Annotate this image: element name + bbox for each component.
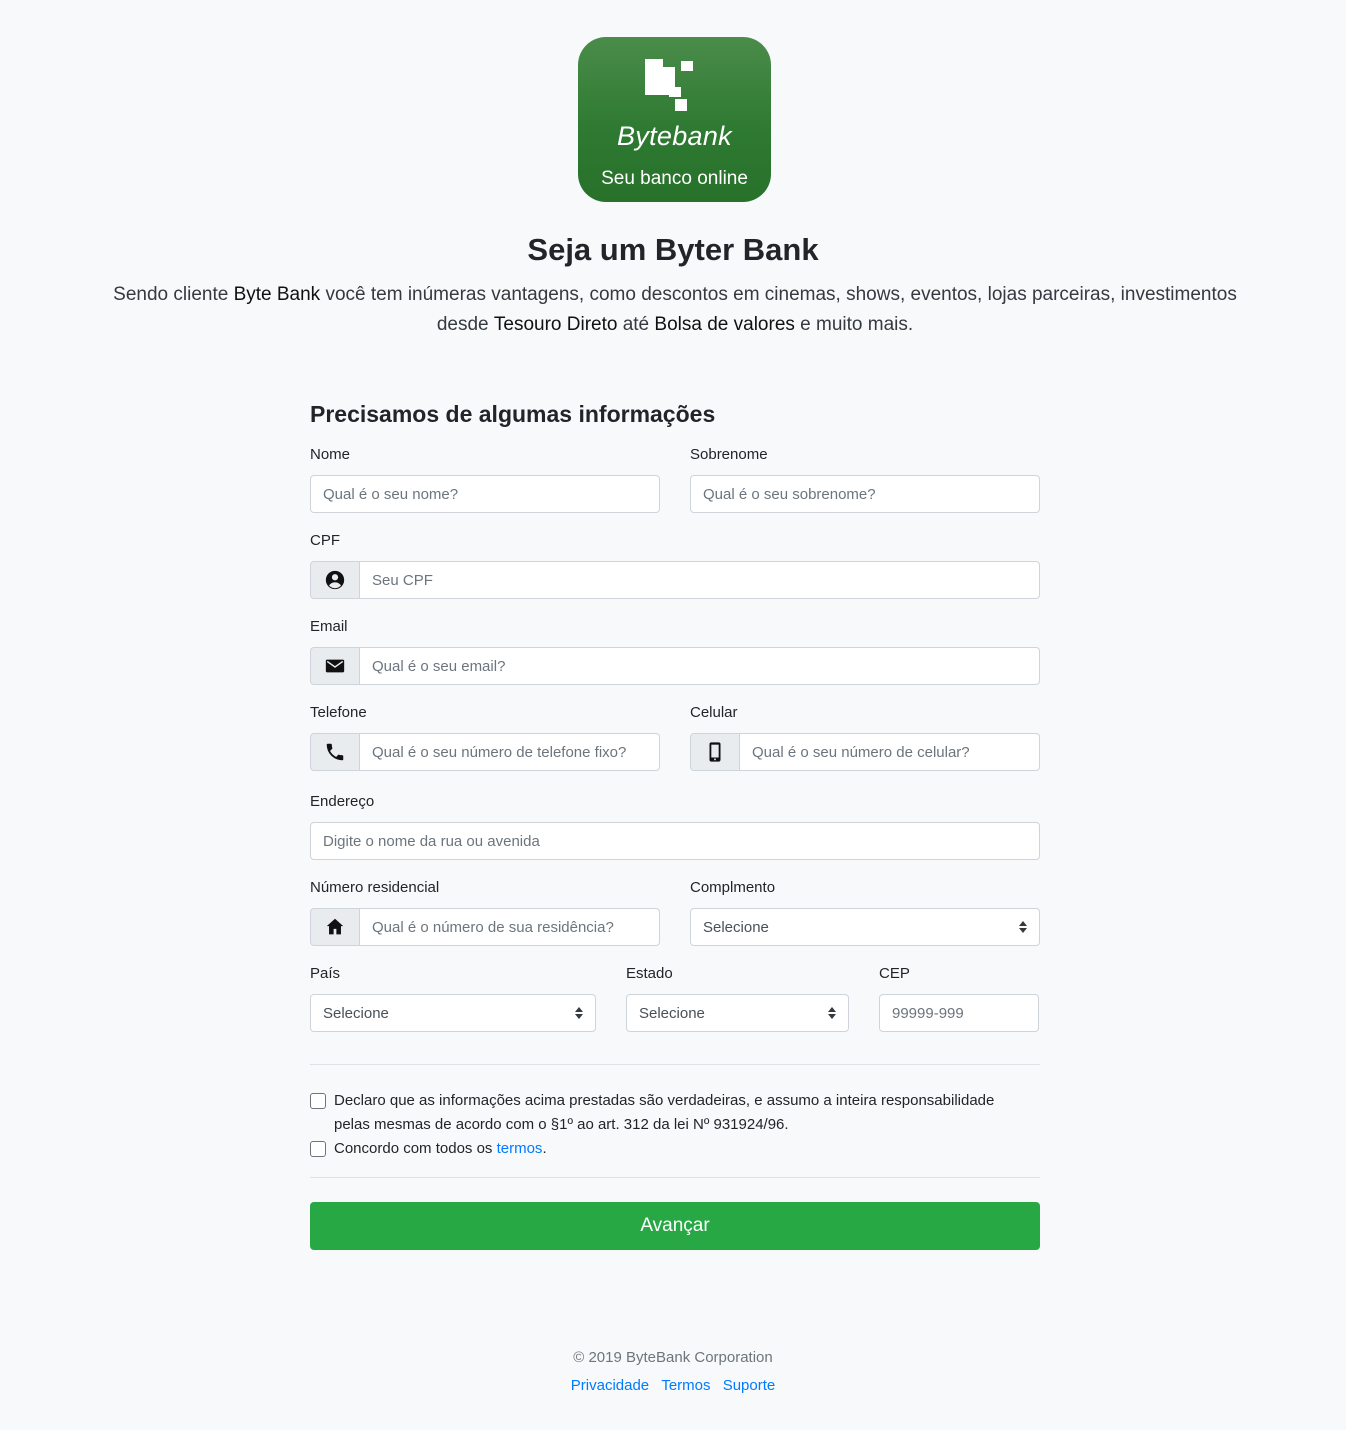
logo-tagline: Seu banco online	[601, 168, 748, 189]
nome-input[interactable]: Qual é o seu nome?	[310, 475, 660, 513]
select-caret-icon	[575, 1007, 583, 1019]
home-icon	[310, 908, 360, 946]
sobrenome-input[interactable]: Qual é o seu sobrenome?	[690, 475, 1040, 513]
email-input[interactable]: Qual é o seu email?	[360, 647, 1040, 685]
email-group: Qual é o seu email?	[310, 647, 1040, 685]
telefone-group: Qual é o seu número de telefone fixo?	[310, 733, 660, 771]
endereco-input[interactable]: Digite o nome da rua ou avenida	[310, 822, 1040, 860]
privacidade-link[interactable]: Privacidade	[571, 1377, 649, 1394]
user-circle-icon	[310, 561, 360, 599]
select-caret-icon	[1019, 921, 1027, 933]
footer-copyright: © 2019 ByteBank Corporation	[573, 1349, 773, 1366]
nome-label: Nome	[310, 446, 351, 463]
telefone-input[interactable]: Qual é o seu número de telefone fixo?	[360, 733, 660, 771]
footer-links: Privacidade Termos Suporte	[0, 1377, 1346, 1394]
pais-label: País	[310, 965, 341, 982]
pais-value: Selecione	[323, 1004, 389, 1022]
pais-select[interactable]: Selecione	[310, 994, 596, 1032]
hero-lead: Sendo cliente Byte Bank você tem inúmera…	[113, 284, 1237, 335]
email-label: Email	[310, 618, 348, 635]
estado-value: Selecione	[639, 1004, 705, 1022]
complemento-value: Selecione	[703, 918, 769, 936]
cpf-label: CPF	[310, 532, 340, 549]
estado-label: Estado	[626, 965, 673, 982]
divider	[310, 1177, 1040, 1178]
complemento-select[interactable]: Selecione	[690, 908, 1040, 946]
bytebank-mark-icon	[645, 59, 693, 111]
declaro-row: Declaro que as informações acima prestad…	[310, 1089, 1024, 1137]
termos-link[interactable]: termos	[497, 1140, 543, 1157]
concordo-label: Concordo com todos os termos.	[334, 1140, 547, 1157]
concordo-checkbox[interactable]	[310, 1141, 326, 1157]
numero-input[interactable]: Qual é o número de sua residência?	[360, 908, 660, 946]
celular-group: Qual é o seu número de celular?	[690, 733, 1040, 771]
declaro-label: Declaro que as informações acima prestad…	[334, 1092, 995, 1133]
divider	[310, 1064, 1040, 1065]
celular-input[interactable]: Qual é o seu número de celular?	[740, 733, 1040, 771]
suporte-link[interactable]: Suporte	[723, 1377, 776, 1394]
concordo-row: Concordo com todos os termos.	[310, 1137, 1024, 1161]
bytebank-logo: Bytebank Seu banco online	[578, 37, 771, 202]
termos-footer-link[interactable]: Termos	[661, 1377, 710, 1394]
complemento-label: Complmento	[690, 879, 776, 896]
numero-group: Qual é o número de sua residência?	[310, 908, 660, 946]
logo-name: Bytebank	[617, 121, 732, 151]
cpf-input[interactable]: Seu CPF	[360, 561, 1040, 599]
celular-label: Celular	[690, 704, 738, 721]
cpf-group: Seu CPF	[310, 561, 1040, 599]
cep-label: CEP	[879, 965, 910, 982]
form-title: Precisamos de algumas informações	[310, 401, 716, 427]
telefone-label: Telefone	[310, 704, 367, 721]
sobrenome-label: Sobrenome	[690, 446, 768, 463]
cep-input[interactable]: 99999-999	[879, 994, 1039, 1032]
avancar-button[interactable]: Avançar	[310, 1202, 1040, 1250]
select-caret-icon	[828, 1007, 836, 1019]
phone-icon	[310, 733, 360, 771]
smartphone-icon	[690, 733, 740, 771]
page-title: Seja um Byter Bank	[527, 232, 819, 267]
envelope-icon	[310, 647, 360, 685]
endereco-label: Endereço	[310, 793, 375, 810]
declaro-checkbox[interactable]	[310, 1093, 326, 1109]
estado-select[interactable]: Selecione	[626, 994, 849, 1032]
numero-label: Número residencial	[310, 879, 440, 896]
